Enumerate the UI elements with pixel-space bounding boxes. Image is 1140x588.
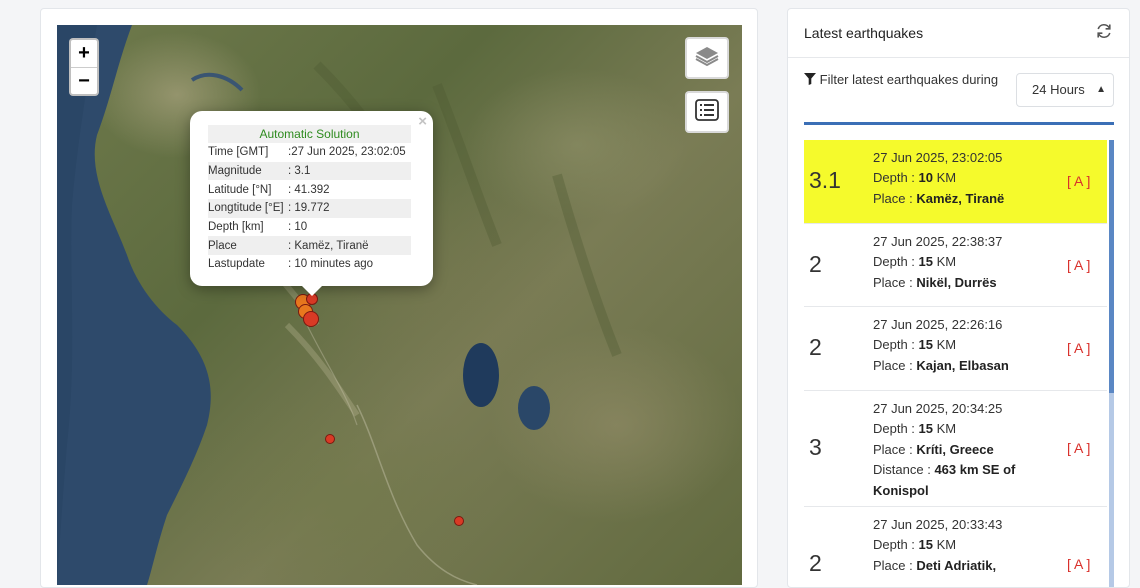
item-place: Deti Adriatik, — [916, 557, 997, 573]
quake-marker[interactable] — [303, 311, 319, 327]
item-place: Kajan, Elbasan — [916, 357, 1009, 373]
map-terrain — [57, 25, 622, 585]
quake-marker[interactable] — [325, 434, 335, 444]
popup-key: Longtitude [°E] — [208, 199, 288, 218]
layers-icon — [694, 45, 720, 72]
item-magnitude: 3.1 — [809, 167, 841, 193]
item-info: 27 Jun 2025, 22:26:16 Depth : 15 KM Plac… — [873, 315, 1009, 376]
popup-key: Magnitude — [208, 161, 288, 181]
item-depth: 15 — [918, 537, 934, 553]
item-time: 27 Jun 2025, 20:34:25 — [873, 401, 1003, 416]
popup-key: Place — [208, 236, 288, 256]
item-depth-label: Depth : — [873, 337, 915, 353]
item-km-unit: KM — [936, 421, 957, 437]
item-tag: [ A ] — [1067, 257, 1091, 273]
item-depth: 10 — [918, 170, 934, 186]
item-place-label: Place : — [873, 190, 913, 206]
item-place: Kamëz, Tiranë — [916, 190, 1005, 206]
divider — [804, 122, 1114, 125]
item-time: 27 Jun 2025, 22:38:37 — [873, 234, 1003, 249]
popup-value: : 41.392 — [288, 183, 330, 196]
item-info: 27 Jun 2025, 22:38:37 Depth : 15 KM Plac… — [873, 232, 1002, 293]
earthquake-list: 3.1 27 Jun 2025, 23:02:05 Depth : 10 KM … — [804, 140, 1107, 587]
map-card: + − × Automatic Solution Time [GMT]:27 … — [40, 8, 758, 588]
item-tag: [ A ] — [1067, 440, 1091, 456]
zoom-control: + − — [69, 38, 99, 96]
item-place: Nikël, Durrës — [916, 274, 997, 290]
latest-earthquakes-panel: Latest earthquakes Filter latest earthqu… — [787, 8, 1130, 588]
popup-key: Latitude [°N] — [208, 183, 272, 196]
item-tag: [ A ] — [1067, 173, 1091, 189]
item-magnitude: 3 — [809, 434, 822, 460]
period-select-value: 24 Hours — [1032, 82, 1085, 97]
item-place: Kríti, Greece — [916, 441, 994, 457]
item-depth-label: Depth : — [873, 421, 915, 437]
item-km-unit: KM — [936, 170, 957, 186]
popup-title: Automatic Solution — [208, 125, 411, 143]
filter-icon — [804, 72, 820, 87]
item-magnitude: 2 — [809, 334, 822, 360]
popup-value: : 10 — [288, 221, 308, 234]
item-magnitude: 2 — [809, 251, 822, 277]
earthquake-item[interactable]: 3 27 Jun 2025, 20:34:25 Depth : 15 KM Pl… — [804, 391, 1107, 507]
popup-details-table: Automatic Solution Time [GMT] :27 Jun 202… — [208, 125, 411, 274]
item-place-label: Place : — [873, 357, 913, 373]
item-depth-label: Depth : — [873, 254, 915, 270]
select-arrow-icon: ▲▼ — [1096, 84, 1106, 95]
panel-header: Latest earthquakes — [788, 9, 1129, 58]
popup-key: Depth [km] — [208, 221, 264, 234]
item-info: 27 Jun 2025, 20:34:25 Depth : 15 KM Plac… — [873, 399, 1053, 501]
item-depth-label: Depth : — [873, 537, 915, 553]
popup-value: : Kamëz, Tiranë — [288, 236, 411, 256]
item-km-unit: KM — [936, 337, 957, 353]
item-distance-label: Distance : — [873, 462, 931, 478]
item-tag: [ A ] — [1067, 340, 1091, 356]
list-view-button[interactable] — [685, 91, 729, 133]
period-select[interactable]: 24 Hours ▲▼ — [1016, 73, 1114, 107]
popup-value: : 10 minutes ago — [288, 258, 374, 271]
popup-value: : 19.772 — [288, 199, 411, 218]
item-info: 27 Jun 2025, 20:33:43 Depth : 15 KM Plac… — [873, 515, 1002, 576]
lake-ohrid — [463, 343, 499, 407]
zoom-out-button[interactable]: − — [71, 67, 97, 94]
earthquake-map[interactable]: + − × Automatic Solution Time [GMT]:27 … — [57, 25, 742, 585]
item-depth: 15 — [918, 337, 934, 353]
popup-close-button[interactable]: × — [418, 113, 427, 130]
popup-key: Lastupdate — [208, 258, 265, 271]
layers-button[interactable] — [685, 37, 729, 79]
earthquake-item[interactable]: 2 27 Jun 2025, 22:38:37 Depth : 15 KM Pl… — [804, 224, 1107, 307]
quake-marker[interactable] — [454, 516, 464, 526]
lake-prespa — [518, 386, 550, 430]
item-place-label: Place : — [873, 441, 913, 457]
filter-label: Filter latest earthquakes during — [804, 71, 1004, 88]
item-km-unit: KM — [936, 254, 957, 270]
zoom-in-button[interactable]: + — [71, 40, 97, 67]
item-time: 27 Jun 2025, 23:02:05 — [873, 150, 1003, 165]
item-km-unit: KM — [936, 537, 957, 553]
popup-key: Time [GMT] — [208, 146, 269, 159]
item-depth-label: Depth : — [873, 170, 915, 186]
earthquake-item[interactable]: 2 27 Jun 2025, 22:26:16 Depth : 15 KM Pl… — [804, 307, 1107, 391]
item-place-label: Place : — [873, 557, 913, 573]
quake-popup: × Automatic Solution Time [GMT] :27 Jun 2… — [190, 111, 433, 296]
popup-value: : 3.1 — [288, 161, 411, 181]
list-scrollbar-thumb[interactable] — [1109, 140, 1114, 393]
item-depth: 15 — [918, 254, 934, 270]
earthquake-item[interactable]: 2 27 Jun 2025, 20:33:43 Depth : 15 KM Pl… — [804, 507, 1107, 587]
popup-value: :27 Jun 2025, 23:02:05 — [288, 146, 406, 159]
list-icon — [695, 98, 719, 126]
panel-title: Latest earthquakes — [804, 25, 924, 41]
refresh-icon[interactable] — [1095, 22, 1113, 45]
item-magnitude: 2 — [809, 550, 822, 576]
item-time: 27 Jun 2025, 22:26:16 — [873, 317, 1003, 332]
item-time: 27 Jun 2025, 20:33:43 — [873, 517, 1003, 532]
item-depth: 15 — [918, 421, 934, 437]
filter-text: Filter latest earthquakes during — [819, 72, 999, 87]
item-info: 27 Jun 2025, 23:02:05 Depth : 10 KM Plac… — [873, 148, 1004, 209]
earthquake-item[interactable]: 3.1 27 Jun 2025, 23:02:05 Depth : 10 KM … — [804, 140, 1107, 224]
item-place-label: Place : — [873, 274, 913, 290]
